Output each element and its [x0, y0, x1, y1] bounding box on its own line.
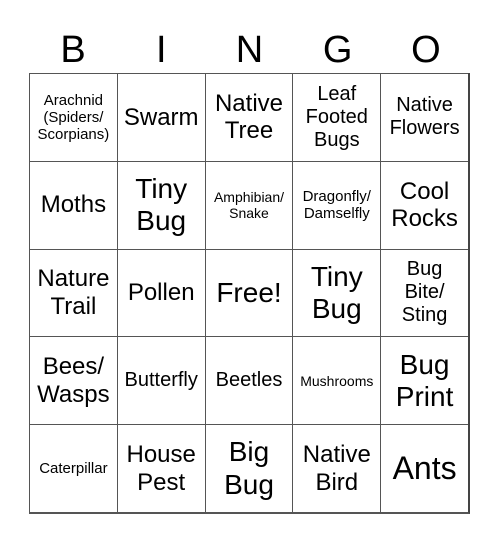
free-space-cell[interactable]: Free!	[204, 248, 293, 337]
header-letter-n: N	[235, 29, 264, 71]
header-letter-i: I	[156, 29, 167, 71]
bingo-cell[interactable]: Ants	[380, 424, 468, 512]
bingo-cell[interactable]: Butterfly	[116, 336, 205, 425]
cell-label: Bug Print	[395, 348, 454, 412]
cell-label: Moths	[40, 191, 107, 219]
bingo-cell[interactable]: Pollen	[116, 248, 205, 337]
cell-label: House Pest	[126, 441, 196, 496]
bingo-cell[interactable]: Native Tree	[204, 73, 293, 161]
cell-label: Beetles	[215, 369, 283, 392]
bingo-header: B I N G O	[29, 28, 470, 72]
bingo-cell[interactable]: Beetles	[204, 336, 293, 425]
header-letter-g: G	[322, 29, 353, 71]
cell-label: Caterpillar	[39, 459, 108, 477]
bingo-cell[interactable]: Big Bug	[204, 424, 293, 512]
bingo-cell[interactable]: Nature Trail	[29, 248, 117, 337]
cell-label: Dragonfly/ Damselfly	[302, 187, 371, 223]
bingo-cell[interactable]: Tiny Bug	[116, 160, 205, 249]
cell-label: Pollen	[127, 279, 195, 307]
cell-label: Bug Bite/ Sting	[401, 258, 448, 327]
bingo-cell[interactable]: Amphibian/ Snake	[204, 160, 293, 249]
bingo-cell[interactable]: Caterpillar	[29, 424, 117, 512]
cell-label: Arachnid (Spiders/ Scorpians)	[37, 91, 110, 144]
cell-label: Native Flowers	[389, 94, 460, 140]
cell-label: Nature Trail	[37, 265, 110, 320]
cell-label: Mushrooms	[300, 372, 374, 389]
bingo-cell[interactable]: Native Flowers	[380, 73, 468, 161]
cell-label: Ants	[392, 450, 457, 487]
cell-label: Swarm	[123, 103, 199, 131]
cell-label: Butterfly	[124, 369, 198, 392]
bingo-cell[interactable]: Bees/ Wasps	[29, 336, 117, 425]
header-letter-b: B	[60, 29, 86, 71]
bingo-cell[interactable]: Swarm	[116, 73, 205, 161]
cell-label: Amphibian/ Snake	[213, 189, 285, 222]
bingo-cell[interactable]: Bug Print	[380, 336, 468, 425]
cell-label: Tiny Bug	[310, 260, 363, 324]
bingo-cell[interactable]: Dragonfly/ Damselfly	[292, 160, 381, 249]
bingo-cell[interactable]: Native Bird	[292, 424, 381, 512]
header-letter-o: O	[411, 29, 441, 71]
cell-label: Leaf Footed Bugs	[305, 82, 368, 151]
bingo-cell[interactable]: Mushrooms	[292, 336, 381, 425]
bingo-cell[interactable]: Tiny Bug	[292, 248, 381, 337]
bingo-cell[interactable]: Leaf Footed Bugs	[292, 73, 381, 161]
cell-label: Native Bird	[302, 441, 371, 496]
cell-label: Cool Rocks	[391, 177, 458, 233]
cell-label: Native Tree	[214, 89, 283, 145]
cell-label: Tiny Bug	[135, 173, 188, 237]
cell-label: Bees/ Wasps	[37, 353, 110, 408]
bingo-grid: Arachnid (Spiders/ Scorpians) Swarm Native…	[29, 73, 470, 514]
bingo-cell[interactable]: Bug Bite/ Sting	[380, 248, 468, 337]
bingo-cell[interactable]: Moths	[29, 160, 117, 249]
bingo-cell[interactable]: Arachnid (Spiders/ Scorpians)	[29, 73, 117, 161]
bingo-cell[interactable]: House Pest	[116, 424, 205, 512]
bingo-cell[interactable]: Cool Rocks	[380, 160, 468, 249]
cell-label: Big Bug	[224, 436, 274, 500]
cell-label: Free!	[216, 276, 282, 308]
